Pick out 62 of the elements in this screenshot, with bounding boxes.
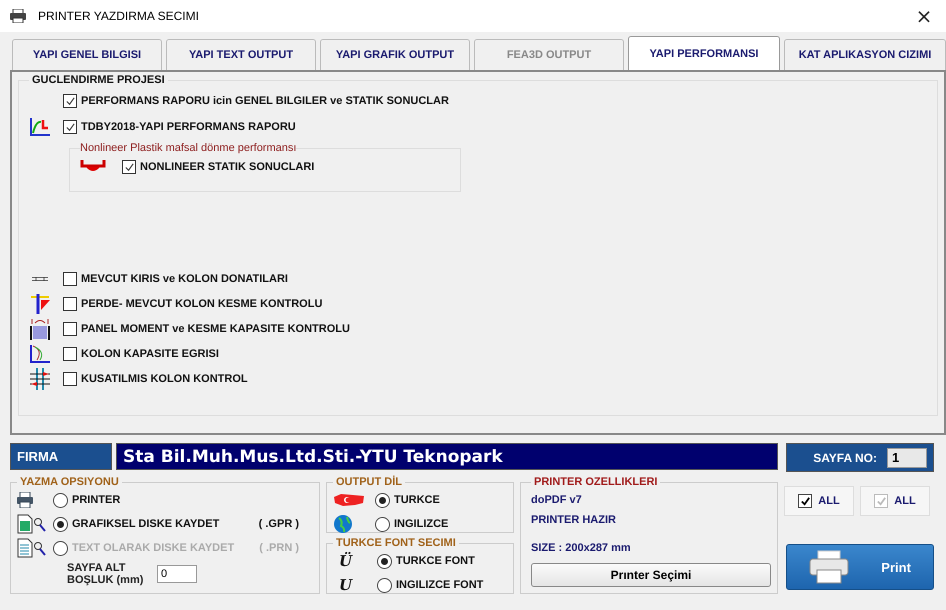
page-number-input[interactable]: 1 [887, 448, 927, 468]
company-name: Sta Bil.Muh.Mus.Ltd.Sti.-YTU Teknopark [116, 443, 778, 470]
printer-info: PRINTER HAZIR [531, 514, 617, 526]
font-glyph: U [338, 576, 354, 594]
checkbox[interactable]: TDBY2018-YAPI PERFORMANS RAPORU [63, 120, 296, 134]
printer-info: doPDF v7 [531, 494, 583, 506]
group-title: TURKCE FONT SECIMI [335, 537, 457, 549]
group-title: GUCLENDIRME PROJESI [31, 74, 166, 86]
confined-column-icon [29, 368, 51, 390]
file-extension: ( .GPR ) [258, 518, 299, 530]
image-search-icon [17, 514, 47, 534]
checkbox[interactable]: PERFORMANS RAPORU icin GENEL BILGILER ve STATIK SONUCLAR [63, 94, 449, 108]
subgroup-title: Nonlineer Plastik mafsal dönme performansı [80, 142, 296, 154]
checkbox[interactable]: KUSATILMIS KOLON KONTROL [63, 372, 248, 386]
radio-option[interactable]: TURKCE [375, 492, 440, 508]
margin-input[interactable]: 0 [157, 565, 197, 583]
radio-option[interactable]: PRINTER [53, 492, 120, 508]
printer-select-button[interactable]: Prınter Seçimi [531, 563, 771, 587]
checkbox[interactable]: PANEL MOMENT ve KESME KAPASITE KONTROLU [63, 322, 350, 336]
panel-icon [29, 318, 51, 340]
globe-icon [333, 514, 353, 534]
checkmark-icon [124, 162, 134, 172]
map-icon [333, 493, 365, 507]
print-button[interactable]: Print [786, 544, 934, 590]
checkbox[interactable]: MEVCUT KIRIS ve KOLON DONATILARI [63, 272, 288, 286]
column-shear-icon [29, 294, 51, 314]
window-title: PRINTER YAZDIRMA SECIMI [38, 9, 200, 23]
group-title: OUTPUT DİL [335, 476, 403, 488]
printer-icon [10, 9, 26, 23]
radio-option[interactable]: INGILIZCE FONT [377, 578, 484, 592]
checkbox[interactable]: KOLON KAPASITE EGRISI [63, 346, 219, 360]
checkmark-icon [800, 496, 811, 506]
all-toggle[interactable]: ALL [784, 486, 854, 516]
close-button[interactable]: × [902, 0, 946, 32]
radio-option[interactable]: INGILIZCE [375, 516, 448, 532]
checkmark-icon [876, 496, 887, 506]
page-number-label: SAYFA NO: [813, 450, 877, 464]
group-title: YAZMA OPSIYONU [19, 476, 120, 488]
font-glyph: Ü [338, 552, 354, 570]
tab[interactable]: YAPI GRAFIK OUTPUT [320, 39, 470, 70]
tab[interactable]: KAT APLIKASYON CIZIMI [784, 39, 946, 70]
capacity-curve-icon [29, 344, 51, 364]
tab[interactable]: YAPI TEXT OUTPUT [166, 39, 316, 70]
radio-option[interactable]: TURKCE FONT [377, 554, 475, 568]
checkbox[interactable]: NONLINEER STATIK SONUCLARI [122, 160, 314, 174]
hinge-icon [80, 160, 106, 174]
group-title: PRINTER OZELLIKLERI [533, 476, 658, 488]
tab[interactable]: YAPI GENEL BILGISI [12, 39, 162, 70]
firma-label: FIRMA [10, 443, 112, 470]
margin-label: SAYFA ALT BOŞLUK (mm) [67, 562, 144, 586]
curve-chart-icon [29, 117, 51, 137]
file-extension: ( .PRN ) [259, 542, 299, 554]
printer-icon [17, 492, 33, 508]
checkmark-icon [64, 122, 76, 132]
printer-info: SIZE : 200x287 mm [531, 542, 632, 554]
beam-icon [29, 274, 51, 282]
radio-option[interactable]: GRAFIKSEL DISKE KAYDET [53, 516, 220, 532]
printer-icon [809, 550, 850, 584]
tab[interactable]: YAPI PERFORMANSI [628, 36, 780, 70]
document-search-icon [17, 538, 47, 558]
checkmark-icon [64, 96, 76, 106]
checkbox[interactable]: PERDE- MEVCUT KOLON KESME KONTROLU [63, 296, 322, 310]
